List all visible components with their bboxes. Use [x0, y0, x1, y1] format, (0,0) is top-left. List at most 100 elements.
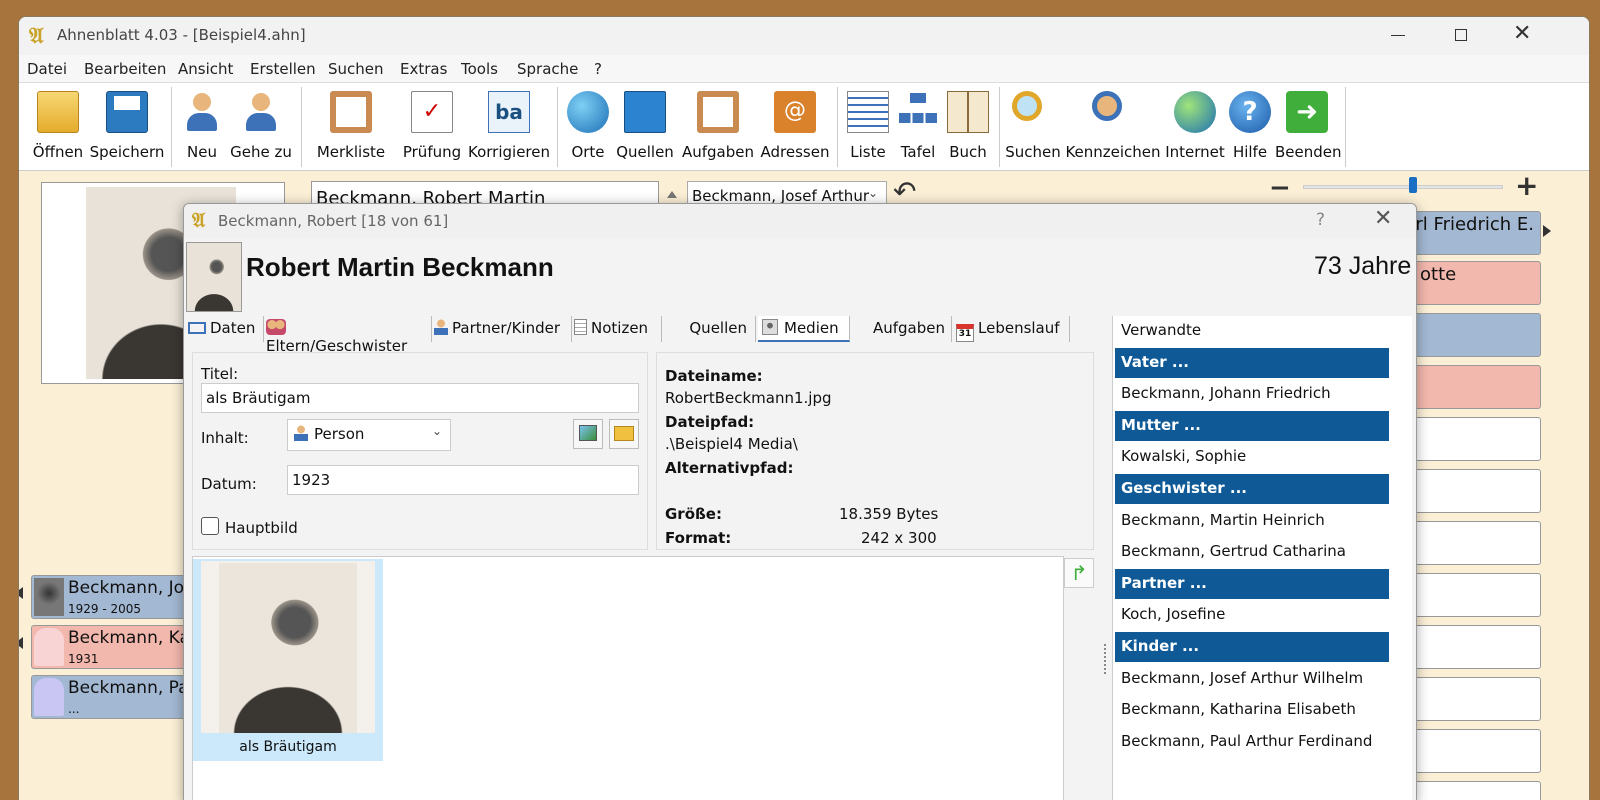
format-label: Format: [665, 529, 732, 547]
note-icon [574, 319, 587, 335]
correct-button[interactable]: ba Korrigieren [467, 85, 551, 169]
titel-input[interactable]: als Bräutigam [201, 383, 639, 413]
child-name: Beckmann, Pa [68, 678, 189, 698]
menu-erstellen[interactable]: Erstellen [250, 60, 316, 78]
bookmark-list-button[interactable]: Merkliste [315, 85, 387, 169]
relatives-group-header[interactable]: Mutter ... [1115, 410, 1389, 442]
tab-daten[interactable]: Daten [188, 316, 264, 342]
folder-open-icon [614, 426, 634, 441]
tab-quellen[interactable]: Quellen [664, 316, 756, 342]
expand-right-icon[interactable] [1543, 225, 1551, 237]
relative-item[interactable]: Koch, Josefine [1115, 600, 1389, 631]
tab-notizen[interactable]: Notizen [574, 316, 662, 342]
child-years: 1929 - 2005 [68, 602, 142, 616]
tree-chart-icon [897, 91, 939, 133]
maximize-button[interactable] [1455, 29, 1467, 41]
dialog-help-button[interactable]: ? [1316, 210, 1325, 230]
checklist-icon: ✓ [411, 91, 453, 133]
relative-item[interactable]: Verwandte [1115, 316, 1389, 347]
exit-button[interactable]: ➜ Beenden [1275, 85, 1342, 169]
assign-media-button[interactable]: ↱ [1064, 558, 1094, 588]
tab-aufgaben[interactable]: Aufgaben [852, 316, 952, 342]
search-button[interactable]: Suchen [1005, 85, 1061, 169]
relative-item[interactable]: Beckmann, Katharina Elisabeth [1115, 695, 1389, 726]
splitter-grip[interactable] [1104, 644, 1106, 674]
relatives-group-header[interactable]: Kinder ... [1115, 632, 1389, 663]
relative-item[interactable]: Beckmann, Gertrud Catharina [1115, 537, 1389, 568]
tab-medien[interactable]: Medien [758, 316, 850, 342]
titel-label: Titel: [201, 365, 239, 383]
menu-tools[interactable]: Tools [461, 60, 498, 78]
zoom-out-icon[interactable]: − [1269, 173, 1291, 203]
zoom-in-icon[interactable]: + [1515, 169, 1538, 202]
save-button[interactable]: Speichern [89, 85, 165, 169]
zoom-slider[interactable] [1303, 185, 1503, 189]
child-box[interactable]: Beckmann, Ka 1931 [31, 625, 191, 669]
dialog-close-button[interactable]: ✕ [1374, 206, 1392, 231]
book-icon [624, 91, 666, 133]
addresses-button[interactable]: @ Adressen [759, 85, 831, 169]
calendar-icon: 31 [956, 324, 974, 342]
goto-person-button[interactable]: Gehe zu [229, 85, 293, 169]
menu-sprache[interactable]: Sprache [517, 60, 578, 78]
menu-extras[interactable]: Extras [400, 60, 447, 78]
inhalt-select[interactable]: Person ⌄ [287, 419, 451, 451]
sources-button[interactable]: Quellen [615, 85, 675, 169]
tab-eltern-geschwister[interactable]: Eltern/Geschwister [266, 316, 432, 355]
tasks-button[interactable]: Aufgaben [681, 85, 755, 169]
relatives-group-header[interactable]: Geschwister ... [1115, 474, 1389, 505]
scroll-up-icon[interactable] [667, 191, 677, 198]
internet-globe-icon [1174, 91, 1216, 133]
relative-item[interactable]: Beckmann, Paul Arthur Ferdinand [1115, 727, 1389, 758]
chart-button[interactable]: Tafel [895, 85, 941, 169]
toolbar: Öffnen Speichern Neu Gehe zu Merkliste ✓… [19, 83, 1589, 171]
child-name: Beckmann, Ka [68, 628, 190, 648]
header-photo [186, 242, 242, 312]
menu-ansicht[interactable]: Ansicht [178, 60, 233, 78]
book-report-button[interactable]: Buch [943, 85, 993, 169]
menu-help[interactable]: ? [594, 60, 602, 78]
minimize-button[interactable] [1391, 35, 1405, 36]
zoom-slider-thumb[interactable] [1409, 177, 1417, 193]
relative-item[interactable]: Beckmann, Johann Friedrich [1115, 379, 1389, 410]
add-image-button[interactable] [573, 419, 603, 449]
help-button[interactable]: ? Hilfe [1227, 85, 1273, 169]
hauptbild-checkbox[interactable] [201, 517, 219, 535]
places-button[interactable]: Orte [565, 85, 611, 169]
globe-icon [567, 91, 609, 133]
markers-button[interactable]: Kennzeichen [1065, 85, 1161, 169]
relative-item[interactable]: Beckmann, Martin Heinrich [1115, 506, 1389, 537]
relatives-panel: Verwandte Vater ... Beckmann, Johann Fried… [1112, 316, 1412, 800]
clipboard-person-icon [330, 91, 372, 133]
child-box[interactable]: Beckmann, Jo 1929 - 2005 [31, 575, 191, 619]
open-button[interactable]: Öffnen [27, 85, 89, 169]
list-document-icon [847, 91, 889, 133]
relatives-group-header[interactable]: Vater ... [1115, 347, 1389, 379]
tab-partner-kinder[interactable]: Partner/Kinder [434, 316, 572, 342]
chevron-down-icon: ⌄ [431, 424, 442, 438]
menu-bearbeiten[interactable]: Bearbeiten [84, 60, 166, 78]
datum-input[interactable]: 1923 [287, 465, 639, 495]
menu-suchen[interactable]: Suchen [328, 60, 384, 78]
datum-label: Datum: [201, 475, 257, 493]
child-years: ... [68, 702, 80, 716]
person-dialog: 𝔄 Beckmann, Robert [18 von 61] ? ✕ Rober… [183, 203, 1417, 800]
close-button[interactable]: ✕ [1513, 21, 1531, 46]
dialog-title-bar: 𝔄 Beckmann, Robert [18 von 61] ? ✕ [184, 204, 1416, 238]
check-button[interactable]: ✓ Prüfung [399, 85, 465, 169]
expand-left-icon[interactable] [19, 587, 23, 599]
internet-button[interactable]: Internet [1165, 85, 1225, 169]
list-button[interactable]: Liste [845, 85, 891, 169]
menu-datei[interactable]: Datei [27, 60, 67, 78]
new-person-button[interactable]: Neu [179, 85, 225, 169]
child-box[interactable]: Beckmann, Pa ... [31, 675, 191, 719]
relative-item[interactable]: Beckmann, Josef Arthur Wilhelm [1115, 664, 1389, 695]
window-title: Ahnenblatt 4.03 - [Beispiel4.ahn] [57, 26, 306, 44]
tab-lebenslauf[interactable]: 31 Lebenslauf [954, 316, 1070, 342]
relatives-group-header[interactable]: Partner ... [1115, 568, 1389, 600]
relative-item[interactable]: Kowalski, Sophie [1115, 442, 1389, 473]
expand-left-icon[interactable] [19, 637, 23, 649]
open-folder-button[interactable] [609, 419, 639, 449]
media-thumbnail[interactable]: als Bräutigam [193, 559, 383, 761]
person-age: 73 Jahre [1314, 252, 1412, 280]
